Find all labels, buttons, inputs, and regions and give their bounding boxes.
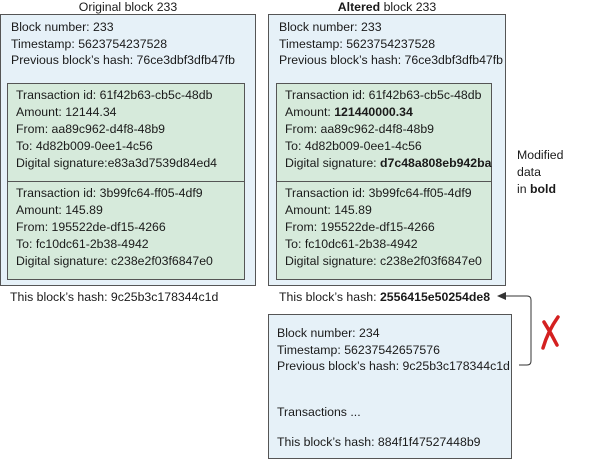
cross-mark-icon xyxy=(541,315,560,350)
connector-arrow xyxy=(497,292,560,366)
arrow-icon xyxy=(497,292,532,366)
